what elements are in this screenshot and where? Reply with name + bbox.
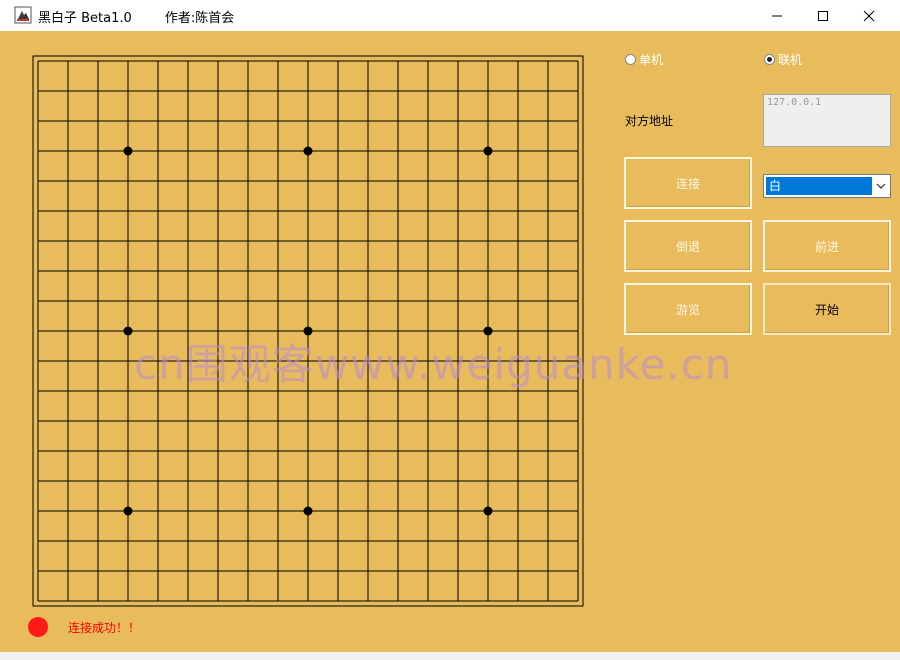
single-mode-radio[interactable]: 单机 bbox=[625, 51, 663, 68]
window-title: 黑白子 Beta1.0 作者:陈首会 bbox=[38, 11, 235, 26]
start-button[interactable]: 开始 bbox=[763, 283, 891, 335]
watermark-text: cn围观客www.weiguanke.cn bbox=[134, 340, 733, 389]
status-message: 连接成功！！ bbox=[68, 621, 141, 635]
app-window: 黑白子 Beta1.0 作者:陈首会 单机 联机 对方地址 127.0.0.1 … bbox=[0, 0, 900, 660]
connect-button[interactable]: 连接 bbox=[624, 157, 752, 209]
star-point bbox=[303, 506, 313, 516]
star-point bbox=[303, 146, 313, 156]
minimize-icon bbox=[772, 15, 782, 16]
radio-checked-icon bbox=[764, 54, 775, 65]
star-point bbox=[483, 506, 493, 516]
star-point bbox=[123, 326, 133, 336]
window-bottom-edge bbox=[0, 652, 900, 660]
forward-button[interactable]: 前进 bbox=[763, 220, 891, 272]
status-indicator bbox=[28, 617, 48, 637]
main-panel: 单机 联机 对方地址 127.0.0.1 连接 白 倒退 前进 游览 开始 连接… bbox=[8, 31, 892, 652]
title-bar[interactable]: 黑白子 Beta1.0 作者:陈首会 bbox=[0, 0, 900, 31]
maximize-button[interactable] bbox=[800, 0, 846, 31]
undo-button[interactable]: 倒退 bbox=[624, 220, 752, 272]
star-point bbox=[483, 146, 493, 156]
star-point bbox=[123, 506, 133, 516]
maximize-icon bbox=[818, 10, 828, 21]
chevron-down-icon bbox=[876, 183, 886, 189]
network-mode-label: 联机 bbox=[778, 53, 803, 67]
stone-color-select[interactable]: 白 bbox=[763, 174, 891, 198]
replay-button[interactable]: 游览 bbox=[624, 283, 752, 335]
network-mode-radio[interactable]: 联机 bbox=[764, 51, 802, 68]
close-icon bbox=[863, 10, 875, 21]
address-label: 对方地址 bbox=[625, 114, 674, 128]
java-app-icon bbox=[14, 6, 32, 24]
close-button[interactable] bbox=[846, 0, 892, 31]
radio-unchecked-icon bbox=[625, 54, 636, 65]
single-mode-label: 单机 bbox=[639, 53, 664, 67]
stone-color-value: 白 bbox=[766, 177, 872, 195]
minimize-button[interactable] bbox=[754, 0, 800, 31]
address-input[interactable]: 127.0.0.1 bbox=[763, 94, 891, 147]
star-point bbox=[123, 146, 133, 156]
go-board[interactable] bbox=[8, 31, 598, 621]
